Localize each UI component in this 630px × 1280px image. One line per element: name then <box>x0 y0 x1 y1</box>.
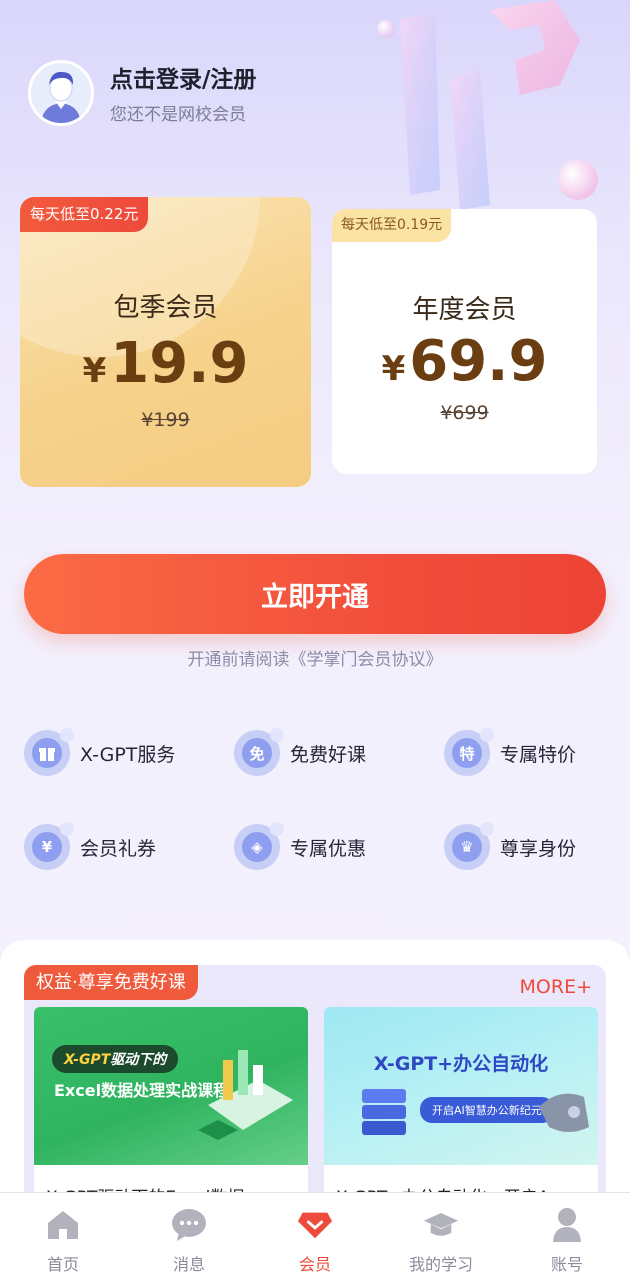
plan-price-value: 69.9 <box>409 329 548 394</box>
daily-price-badge: 每天低至0.19元 <box>332 209 452 242</box>
nav-label: 消息 <box>172 1255 205 1274</box>
nav-label: 账号 <box>550 1255 583 1274</box>
decor-bubble <box>558 160 598 200</box>
benefit-xgpt[interactable]: X-GPT服务 <box>24 728 175 778</box>
benefit-label: 尊享身份 <box>500 837 577 860</box>
server-illustration <box>362 1089 406 1135</box>
gift-icon <box>32 738 62 768</box>
plan-name: 包季会员 <box>113 293 218 323</box>
cover-headline: X-GPT驱动下的 <box>52 1045 179 1073</box>
spreadsheet-illustration <box>198 1050 293 1140</box>
daily-price-badge: 每天低至0.22元 <box>20 197 149 232</box>
coupon-icon: ¥ <box>32 832 62 862</box>
plan-card-yearly[interactable]: 年度会员 ¥69.9 ¥699 <box>332 209 597 474</box>
benefit-label: 免费好课 <box>290 743 367 766</box>
course-card[interactable]: X-GPT+办公自动化 开启AI智慧办公新纪元 X-GPT+办公自动化：开启A <box>324 1007 598 1207</box>
currency-symbol: ¥ <box>82 351 107 391</box>
free-icon: 免 <box>242 738 272 768</box>
nav-label: 我的学习 <box>408 1255 473 1274</box>
courses-section-tag: 权益·尊享免费好课 <box>24 965 198 1000</box>
message-icon <box>171 1207 207 1243</box>
benefit-discount[interactable]: ◈ 专属优惠 <box>234 822 366 872</box>
crown-icon: ♛ <box>452 832 482 862</box>
plan-original-price: ¥699 <box>440 402 489 424</box>
currency-symbol: ¥ <box>381 349 406 389</box>
nav-label: 会员 <box>298 1255 331 1274</box>
default-avatar-icon <box>31 63 91 123</box>
benefit-label: 会员礼券 <box>80 837 157 860</box>
user-icon <box>549 1207 585 1243</box>
plan-name: 年度会员 <box>412 295 517 325</box>
decor-bubble <box>377 20 395 38</box>
membership-status-text: 您还不是网校会员 <box>110 105 246 125</box>
nav-account[interactable]: 账号 <box>504 1193 630 1280</box>
tag-icon: ◈ <box>242 832 272 862</box>
nav-messages[interactable]: 消息 <box>126 1193 252 1280</box>
vip-diamond-icon <box>297 1207 333 1243</box>
nav-label: 首页 <box>46 1255 79 1274</box>
course-cover-image: X-GPT驱动下的 Excel数据处理实战课程 <box>34 1007 308 1165</box>
benefit-free-courses[interactable]: 免 免费好课 <box>234 728 366 778</box>
activate-now-button[interactable]: 立即开通 <box>24 554 606 634</box>
benefit-label: 专属特价 <box>500 743 577 766</box>
course-cover-image: X-GPT+办公自动化 开启AI智慧办公新纪元 <box>324 1007 598 1165</box>
more-courses-link[interactable]: MORE+ <box>520 976 592 998</box>
nav-home[interactable]: 首页 <box>0 1193 126 1280</box>
plan-price: ¥69.9 <box>332 329 597 394</box>
plan-price-value: 19.9 <box>110 331 249 396</box>
benefit-coupon[interactable]: ¥ 会员礼券 <box>24 822 156 872</box>
bottom-nav: 首页 消息 会员 我的学习 账号 <box>0 1192 630 1280</box>
home-icon <box>45 1207 81 1243</box>
special-price-icon: 特 <box>452 738 482 768</box>
benefit-label: 专属优惠 <box>290 837 367 860</box>
plan-original-price: ¥199 <box>141 409 190 431</box>
login-register-link[interactable]: 点击登录/注册 <box>110 60 256 94</box>
benefit-identity[interactable]: ♛ 尊享身份 <box>444 822 576 872</box>
membership-agreement-link[interactable]: 开通前请阅读《学掌门会员协议》 <box>0 645 630 670</box>
course-card[interactable]: X-GPT驱动下的 Excel数据处理实战课程 X-GPT驱动下的Excel数据 <box>34 1007 308 1207</box>
nav-my-learning[interactable]: 我的学习 <box>378 1193 504 1280</box>
plan-card-quarterly[interactable]: 包季会员 ¥19.9 ¥199 <box>20 197 311 487</box>
graduation-cap-icon <box>423 1207 459 1243</box>
benefit-special-price[interactable]: 特 专属特价 <box>444 728 576 778</box>
robot-hand-illustration <box>539 1093 589 1132</box>
benefit-label: X-GPT服务 <box>80 743 176 766</box>
plan-price: ¥19.9 <box>20 331 311 396</box>
nav-membership[interactable]: 会员 <box>252 1193 378 1280</box>
avatar[interactable] <box>28 60 94 126</box>
